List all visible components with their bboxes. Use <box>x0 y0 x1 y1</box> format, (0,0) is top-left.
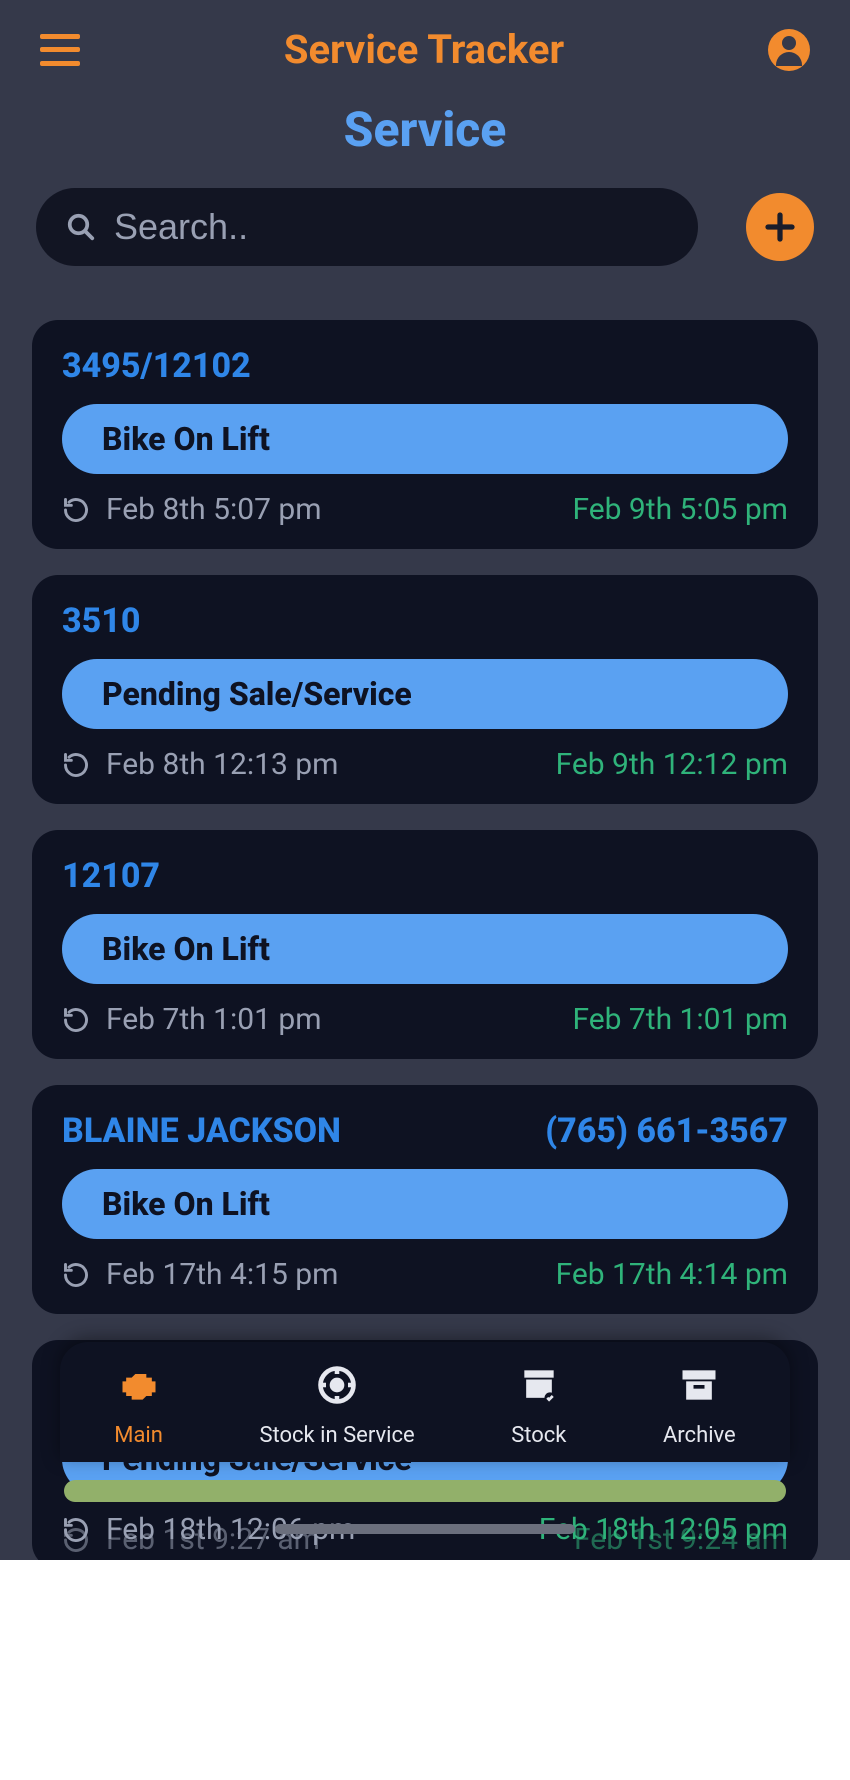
search-input[interactable] <box>114 206 668 248</box>
status-pill: Pending Sale/Service <box>62 659 788 729</box>
status-pill: Bike On Lift <box>62 1169 788 1239</box>
page-title: Service <box>0 101 850 158</box>
app-header: Service Tracker <box>0 0 850 83</box>
engine-icon <box>117 1363 161 1413</box>
add-button[interactable] <box>746 193 814 261</box>
service-card[interactable]: 12107 Bike On Lift Feb 7th 1:01 pm Feb 7… <box>32 830 818 1059</box>
status-pill: Bike On Lift <box>62 914 788 984</box>
refresh-icon <box>62 496 90 524</box>
card-phone: (765) 661-3567 <box>545 1111 788 1151</box>
refresh-icon <box>62 751 90 779</box>
updated-time: Feb 8th 5:07 pm <box>106 492 322 527</box>
nav-archive[interactable]: Archive <box>663 1363 736 1448</box>
bottom-nav: Main Stock in Service Stock <box>60 1342 790 1462</box>
app-root: Service Tracker Service 3495/12102 B <box>0 0 850 1560</box>
service-card[interactable]: 3495/12102 Bike On Lift Feb 8th 5:07 pm … <box>32 320 818 549</box>
nav-stock-in-service[interactable]: Stock in Service <box>259 1363 414 1448</box>
tire-icon <box>315 1363 359 1413</box>
status-pill: Bike On Lift <box>62 404 788 474</box>
card-id: 3495/12102 <box>62 346 251 386</box>
due-time: Feb 9th 12:12 pm <box>556 747 788 782</box>
nav-stock[interactable]: Stock <box>511 1363 566 1448</box>
search-box[interactable] <box>36 188 698 266</box>
refresh-icon <box>62 1261 90 1289</box>
home-indicator <box>275 1524 575 1534</box>
menu-button[interactable] <box>40 34 80 66</box>
nav-main[interactable]: Main <box>114 1363 163 1448</box>
nav-label: Stock <box>511 1423 566 1448</box>
service-card[interactable]: 3510 Pending Sale/Service Feb 8th 12:13 … <box>32 575 818 804</box>
card-id: 3510 <box>62 601 140 641</box>
due-time: Feb 1st 9:24 am <box>574 1522 788 1557</box>
updated-time: Feb 7th 1:01 pm <box>106 1002 322 1037</box>
search-row <box>0 158 850 276</box>
profile-icon[interactable] <box>768 29 810 71</box>
card-id: BLAINE JACKSON <box>62 1111 341 1151</box>
nav-label: Archive <box>663 1423 736 1448</box>
updated-time: Feb 8th 12:13 pm <box>106 747 338 782</box>
card-id: 12107 <box>62 856 160 896</box>
refresh-icon <box>62 1006 90 1034</box>
progress-bar-fragment <box>64 1480 786 1502</box>
service-card[interactable]: BLAINE JACKSON (765) 661-3567 Bike On Li… <box>32 1085 818 1314</box>
refresh-icon <box>62 1526 90 1554</box>
store-icon <box>517 1363 561 1413</box>
due-time: Feb 7th 1:01 pm <box>572 1002 788 1037</box>
updated-time: Feb 17th 4:15 pm <box>106 1257 338 1292</box>
archive-icon <box>677 1363 721 1413</box>
due-time: Feb 17th 4:14 pm <box>556 1257 788 1292</box>
nav-label: Main <box>114 1423 163 1448</box>
app-title: Service Tracker <box>284 26 564 73</box>
search-icon <box>66 212 96 242</box>
nav-label: Stock in Service <box>259 1423 414 1448</box>
due-time: Feb 9th 5:05 pm <box>572 492 788 527</box>
